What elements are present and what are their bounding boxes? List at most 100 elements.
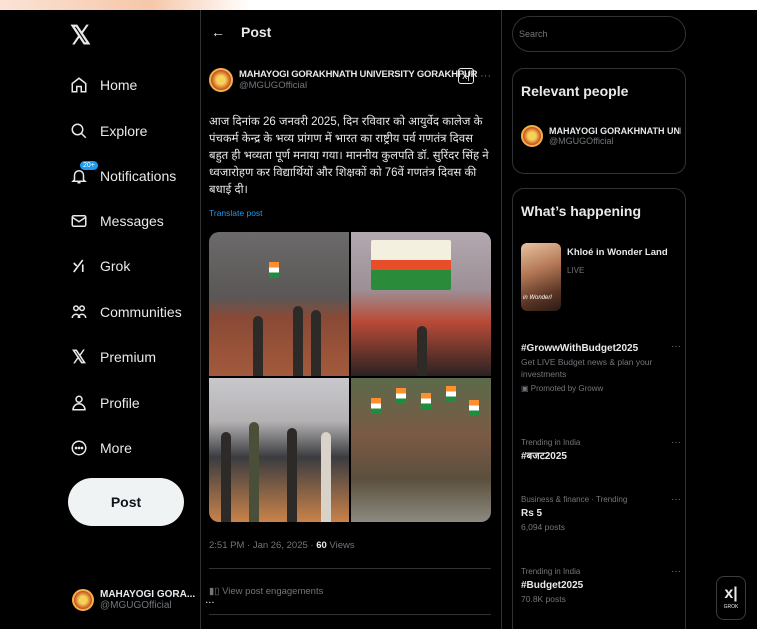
- main-column: ← Post MAHAYOGI GORAKHNATH UNIVERSITY GO…: [200, 10, 502, 629]
- trend-context: Trending in India: [521, 438, 581, 447]
- relevant-person-handle: @MGUGOfficial: [549, 136, 614, 146]
- media-photo-4[interactable]: [351, 378, 491, 522]
- photo-person: [253, 316, 263, 376]
- post-actions: x| ···: [458, 68, 491, 84]
- avatar: [521, 125, 543, 147]
- post-timestamp[interactable]: 2:51 PM · Jan 26, 2025 ·: [209, 540, 316, 551]
- nav-more[interactable]: More: [70, 433, 132, 463]
- relevant-people-card: Relevant people MAHAYOGI GORAKHNATH UNIV…: [512, 68, 686, 174]
- nav-explore[interactable]: Explore: [70, 116, 147, 146]
- trend-item[interactable]: Business & finance · Trending Rs 5 6,094…: [521, 494, 681, 533]
- grok-floating-button[interactable]: x| GROK: [716, 576, 746, 620]
- live-thumbnail[interactable]: in Wonderl: [521, 243, 561, 311]
- page-title: Post: [241, 24, 272, 40]
- post-button[interactable]: Post: [68, 478, 184, 526]
- post-meta: 2:51 PM · Jan 26, 2025 · 60 Views: [209, 540, 355, 551]
- account-name: MAHAYOGI GORA...: [100, 589, 196, 600]
- nav-messages[interactable]: Messages: [70, 206, 164, 236]
- trend-desc: Get LIVE Budget news & plan your investm…: [521, 357, 653, 379]
- app-window: 𝕏 Home Explore 20+ Notifications Message…: [0, 10, 757, 629]
- trend-more-icon[interactable]: ···: [671, 566, 681, 577]
- photo-person: [287, 428, 297, 522]
- nav-premium[interactable]: 𝕏 Premium: [70, 342, 156, 372]
- people-icon: [70, 303, 88, 321]
- engagements-label: View post engagements: [222, 586, 324, 597]
- nav-grok[interactable]: Grok: [70, 251, 130, 281]
- author-name[interactable]: MAHAYOGI GORAKHNATH UNIVERSITY GORAKHPUR: [239, 69, 478, 80]
- nav-more-label: More: [100, 440, 132, 456]
- media-photo-3[interactable]: [209, 378, 349, 522]
- translate-post-link[interactable]: Translate post: [209, 208, 263, 218]
- trend-name: #बजट2025: [521, 451, 567, 462]
- photo-person: [249, 422, 259, 522]
- x-logo-icon: 𝕏: [71, 346, 87, 367]
- post-author: MAHAYOGI GORAKHNATH UNIVERSITY GORAKHPUR…: [209, 68, 491, 92]
- trend-context: Trending in India: [521, 567, 581, 576]
- search-input[interactable]: [512, 16, 686, 52]
- post-media-grid: [209, 232, 491, 522]
- promoted-icon: ▣: [521, 384, 531, 393]
- post-header: ← Post: [211, 24, 271, 40]
- flag-icon: [269, 262, 279, 278]
- flag-icon: [421, 393, 431, 409]
- nav-grok-label: Grok: [100, 258, 131, 274]
- divider: [209, 568, 491, 569]
- top-accent: [0, 0, 250, 10]
- grok-label: GROK: [723, 604, 739, 610]
- grok-icon: x|: [724, 585, 738, 602]
- trend-item[interactable]: #GrowwWithBudget2025 Get LIVE Budget new…: [521, 341, 681, 393]
- photo-person: [417, 326, 427, 376]
- promoted-label: ▣ Promoted by Groww: [521, 384, 604, 393]
- trend-more-icon[interactable]: ···: [671, 341, 681, 352]
- photo-person: [221, 432, 231, 522]
- flag-icon: [371, 398, 381, 414]
- whats-happening-card: What’s happening in Wonderl Khloé in Won…: [512, 188, 686, 629]
- media-photo-1[interactable]: [209, 232, 349, 376]
- grok-icon: [70, 257, 88, 275]
- trend-item[interactable]: Trending in India #Budget2025 70.8K post…: [521, 566, 681, 605]
- photo-person: [311, 310, 321, 376]
- more-circle-icon: [70, 439, 88, 457]
- flag-icon: [446, 386, 456, 402]
- person-icon: [70, 394, 88, 412]
- envelope-icon: [70, 212, 88, 230]
- relevant-people-title: Relevant people: [521, 83, 629, 99]
- flag-icon: [396, 388, 406, 404]
- post-engagements-link[interactable]: ▮▯ View post engagements: [209, 586, 323, 597]
- nav-profile[interactable]: Profile: [70, 388, 140, 418]
- trend-count: 6,094 posts: [521, 522, 565, 532]
- nav-explore-label: Explore: [100, 123, 148, 139]
- right-sidebar: Relevant people MAHAYOGI GORAKHNATH UNIV…: [512, 10, 688, 629]
- relevant-person[interactable]: MAHAYOGI GORAKHNATH UNIVER... @MGUGOffic…: [521, 125, 681, 147]
- post-more-icon[interactable]: ···: [480, 70, 491, 82]
- media-photo-2[interactable]: [351, 232, 491, 376]
- flag-icon: [469, 400, 479, 416]
- chart-icon: ▮▯: [209, 586, 223, 597]
- nav-communities-label: Communities: [100, 304, 182, 320]
- back-arrow-icon[interactable]: ←: [211, 24, 225, 40]
- divider: [209, 614, 491, 615]
- left-navigation: 𝕏 Home Explore 20+ Notifications Message…: [60, 10, 214, 629]
- post-text: आज दिनांक 26 जनवरी 2025, दिन रविवार को आ…: [209, 116, 489, 196]
- grok-explain-icon[interactable]: x|: [458, 68, 474, 84]
- author-avatar[interactable]: [209, 68, 233, 92]
- nav-notifications[interactable]: 20+ Notifications: [70, 161, 176, 191]
- trend-name: #Budget2025: [521, 580, 584, 591]
- account-switcher[interactable]: MAHAYOGI GORA... @MGUGOfficial ...: [72, 580, 214, 620]
- view-count: 60: [316, 540, 327, 551]
- search-icon: [70, 122, 88, 140]
- nav-communities[interactable]: Communities: [70, 297, 182, 327]
- live-title[interactable]: Khloé in Wonder Land: [567, 247, 679, 258]
- nav-home[interactable]: Home: [70, 70, 137, 100]
- trend-context: Business & finance · Trending: [521, 495, 628, 504]
- trend-name: Rs 5: [521, 508, 543, 519]
- notifications-badge: 20+: [80, 161, 98, 170]
- trend-count: 70.8K posts: [521, 594, 566, 604]
- x-logo-icon[interactable]: 𝕏: [70, 20, 91, 51]
- trend-more-icon[interactable]: ···: [671, 437, 681, 448]
- trend-more-icon[interactable]: ···: [671, 494, 681, 505]
- nav-premium-label: Premium: [100, 349, 157, 365]
- trend-item[interactable]: Trending in India #बजट2025 ···: [521, 437, 681, 464]
- home-icon: [70, 76, 88, 94]
- author-handle[interactable]: @MGUGOfficial: [239, 80, 477, 91]
